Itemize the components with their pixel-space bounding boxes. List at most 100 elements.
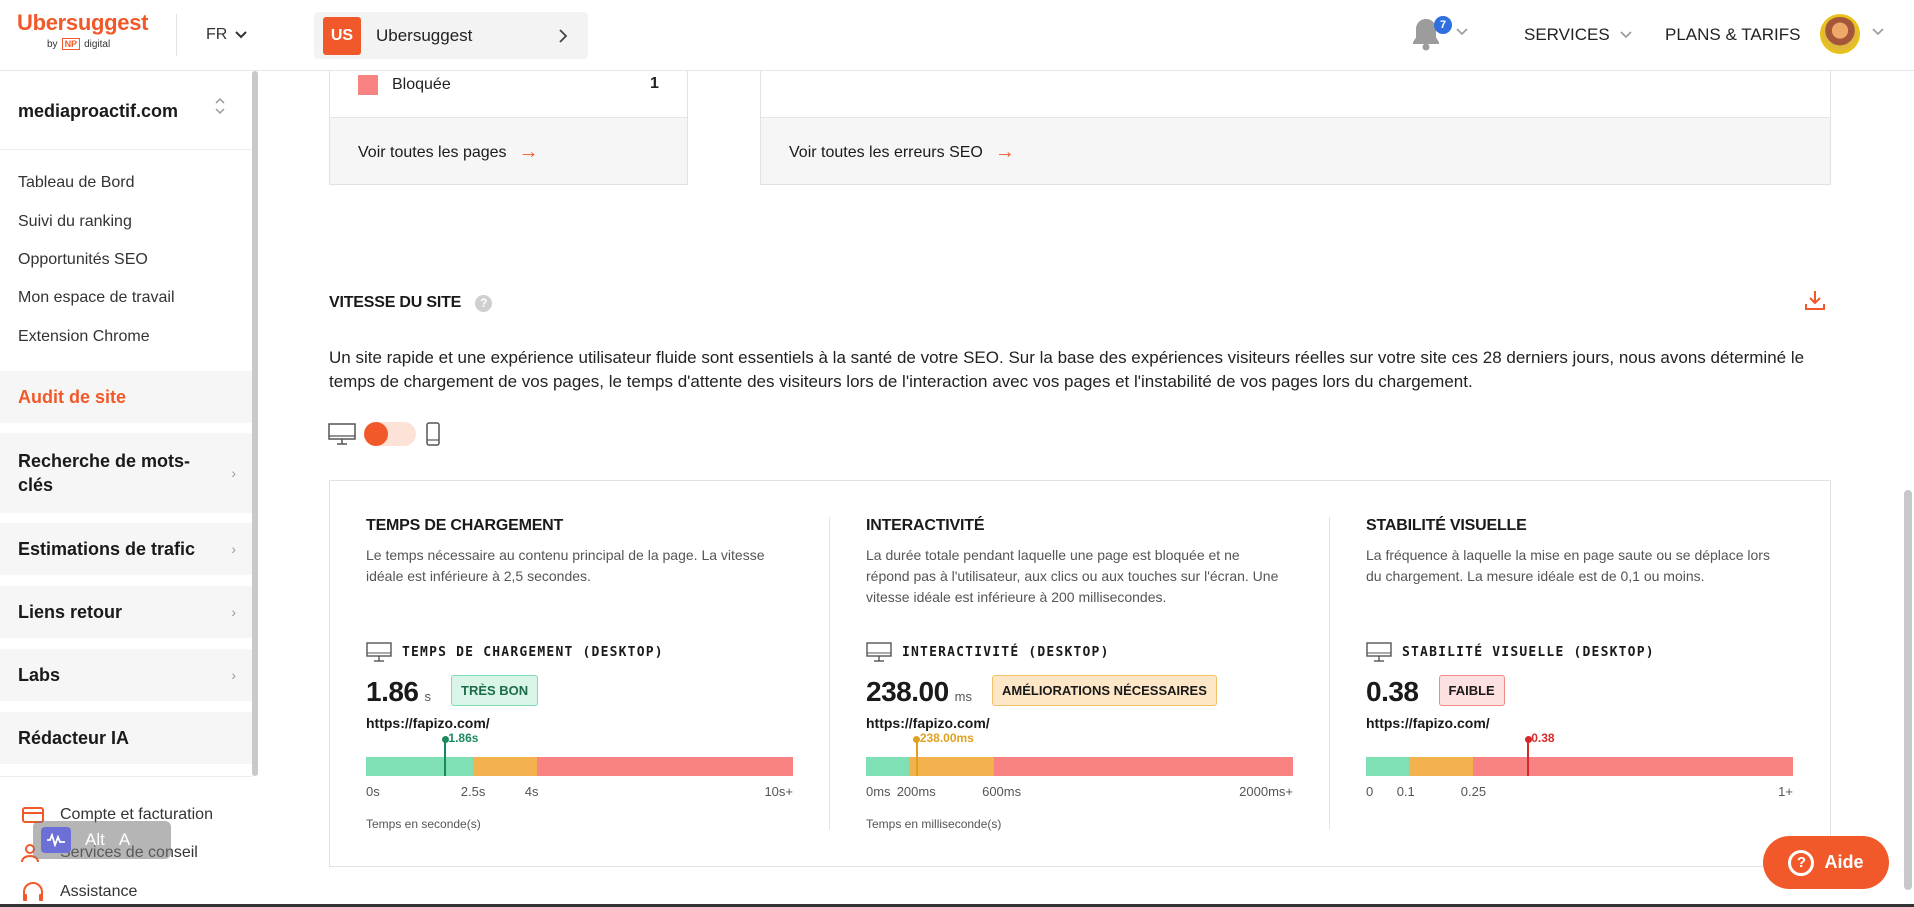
chevron-right-icon: › [231,667,236,683]
sidebar-item-assistance[interactable]: Assistance [20,881,137,903]
ubersuggest-logo[interactable]: Ubersuggest by NP digital [17,10,148,50]
sidebar-item-audit-site[interactable]: Audit de site [0,371,252,423]
metric-marker-label: 238.00ms [919,731,974,745]
bar-segment [366,757,473,776]
chevron-right-icon: › [231,604,236,620]
metric-value: 0.38 [1366,676,1419,707]
blocked-swatch [358,75,378,95]
metric-subtitle: STABILITÉ VISUELLE (DESKTOP) [1366,641,1655,663]
site-speed-title: VITESSE DU SITE [329,294,462,311]
project-selector[interactable]: US Ubersuggest [314,12,588,59]
sidebar-item-recherche-mots-cles[interactable]: Recherche de mots-clés › [0,433,252,513]
sidebar-item-opportunites-seo[interactable]: Opportunités SEO [18,251,148,269]
metric-marker [915,741,918,776]
metric-unit: s [424,689,432,704]
sidebar-item-label: Audit de site [18,387,127,407]
logo-subtitle: by NP digital [47,38,148,50]
sidebar-item-estimations-trafic[interactable]: Estimations de trafic › [0,523,252,575]
blocked-count: 1 [650,75,659,92]
metric-marker-label: 0.38 [1531,731,1555,745]
sidebar-item-redacteur-ia[interactable]: Rédacteur IA [0,712,252,764]
metric-column: STABILITÉ VISUELLE La fréquence à laquell… [1330,481,1830,868]
metric-description: La durée totale pendant laquelle une pag… [866,547,1279,605]
sort-arrows-icon[interactable] [214,95,226,120]
accessibility-overlay[interactable]: Alt A [33,821,171,859]
bar-segment [994,757,1293,776]
axis-tick-label: 2000ms+ [1239,784,1293,799]
help-icon[interactable]: ? [475,294,493,312]
bar-segment [866,757,909,776]
bar-segment [908,757,995,776]
metric-marker [1527,741,1530,776]
language-selector[interactable]: FR [206,26,248,44]
logo-text: Ubersuggest [17,10,149,35]
metric-unit: ms [954,689,972,704]
chevron-down-icon[interactable] [1872,28,1884,36]
sidebar-item-labs[interactable]: Labs › [0,649,252,701]
project-badge: US [323,16,361,55]
axis-tick-label: 200ms [896,784,936,799]
sidebar-item-label: Recherche de mots-clés [18,451,191,495]
axis-tick-label: 0.1 [1396,784,1415,799]
sidebar-item-label: Estimations de trafic [18,539,196,559]
chevron-right-icon: › [231,465,236,481]
sidebar-item-tableau-de-bord[interactable]: Tableau de Bord [18,174,135,192]
view-all-pages-label: Voir toutes les pages [358,143,507,161]
device-switch[interactable] [364,422,416,446]
sidebar-item-label: Rédacteur IA [18,728,130,748]
sidebar-item-espace-travail[interactable]: Mon espace de travail [18,289,175,307]
desktop-icon[interactable] [328,422,356,446]
nav-plans-tarifs[interactable]: PLANS & TARIFS [1665,25,1800,45]
sidebar-divider [0,776,252,777]
view-all-pages-link[interactable]: Voir toutes les pages → [358,141,539,164]
sidebar-item-extension-chrome[interactable]: Extension Chrome [18,328,150,346]
language-label: FR [206,26,228,43]
metric-title: INTERACTIVITÉ [866,517,985,534]
axis-tick-label: 0s [366,784,380,799]
logo-digital: digital [84,38,111,50]
mobile-icon[interactable] [424,422,442,446]
desktop-icon [366,642,392,662]
sidebar-scrollbar[interactable] [252,71,258,776]
site-selector[interactable]: mediaproactif.com [18,101,178,122]
blocked-legend-row: Bloquée [358,75,451,95]
axis-tick-label: 1+ [1778,784,1793,799]
metric-column: INTERACTIVITÉ La durée totale pendant laq… [830,481,1330,868]
top-bar: Ubersuggest by NP digital FR US Ubersugg… [0,0,1914,71]
notification-count-badge: 7 [1434,16,1452,34]
device-toggle[interactable] [328,422,442,446]
sidebar-divider [0,149,252,150]
sidebar-item-label: Liens retour [18,602,123,622]
metric-value: 1.86 [366,676,419,707]
metric-marker-label: 1.86s [448,731,479,745]
help-chat-button[interactable]: ? Aide [1763,836,1889,889]
page-scrollbar[interactable] [1904,490,1912,890]
metric-value-row: 0.38 FAIBLE [1366,675,1505,712]
metric-subtitle-label: TEMPS DE CHARGEMENT (DESKTOP) [402,644,664,660]
metric-range-bar [366,757,793,776]
metric-url: https://fapizo.com/ [366,715,490,731]
overlay-alt-key: Alt [85,830,105,849]
header-divider [176,14,177,56]
metric-title: TEMPS DE CHARGEMENT [366,517,564,534]
headset-icon [20,881,46,903]
nav-services-label: SERVICES [1524,25,1610,44]
chevron-down-icon[interactable] [1456,28,1468,36]
sidebar-item-liens-retour[interactable]: Liens retour › [0,586,252,638]
sidebar-item-suivi-ranking[interactable]: Suivi du ranking [18,213,132,231]
chevron-down-icon [235,31,248,39]
download-icon[interactable] [1804,289,1826,311]
status-badge: TRÈS BON [451,675,539,706]
metric-url: https://fapizo.com/ [1366,715,1490,731]
logo-np: NP [61,38,81,50]
metric-range-bar [866,757,1293,776]
metric-subtitle-label: INTERACTIVITÉ (DESKTOP) [902,644,1110,660]
chevron-right-icon: › [231,541,236,557]
avatar[interactable] [1820,14,1860,54]
waveform-icon [41,827,71,853]
metric-subtitle: TEMPS DE CHARGEMENT (DESKTOP) [366,641,664,663]
nav-services[interactable]: SERVICES [1524,25,1632,45]
sidebar: mediaproactif.com Tableau de Bord Suivi … [0,71,252,907]
bar-segment [1472,757,1793,776]
view-all-seo-errors-link[interactable]: Voir toutes les erreurs SEO → [789,141,1015,164]
